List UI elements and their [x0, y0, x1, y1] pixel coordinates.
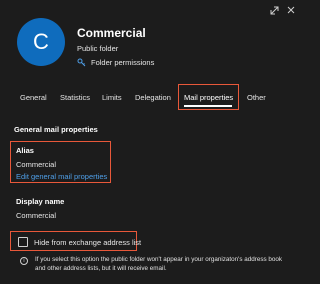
avatar: C	[17, 18, 65, 66]
avatar-initial: C	[33, 29, 49, 54]
hide-address-list-label[interactable]: Hide from exchange address list	[34, 238, 141, 247]
info-icon: i	[20, 257, 28, 265]
tab-other[interactable]: Other	[247, 93, 266, 102]
tab-limits[interactable]: Limits	[102, 93, 122, 102]
display-name-label: Display name	[16, 197, 65, 206]
page-subtitle: Public folder	[77, 44, 119, 53]
alias-value: Commercial	[16, 160, 57, 169]
alias-label: Alias	[16, 146, 34, 155]
info-text: If you select this option the public fol…	[35, 256, 283, 272]
tab-general[interactable]: General	[20, 93, 47, 102]
close-icon[interactable]	[287, 6, 295, 17]
section-title: General mail properties	[14, 125, 98, 134]
mail-properties-tab-highlight	[178, 84, 239, 110]
page-title: Commercial	[77, 26, 146, 40]
folder-permissions-label: Folder permissions	[91, 58, 155, 67]
tab-delegation[interactable]: Delegation	[135, 93, 171, 102]
hide-address-list-checkbox[interactable]	[18, 237, 28, 247]
tab-statistics[interactable]: Statistics	[60, 93, 90, 102]
key-icon	[77, 58, 86, 67]
display-name-value: Commercial	[16, 211, 57, 220]
expand-icon[interactable]	[270, 6, 279, 18]
folder-permissions-link[interactable]: Folder permissions	[77, 58, 154, 67]
edit-mail-properties-link[interactable]: Edit general mail properties	[16, 172, 107, 181]
